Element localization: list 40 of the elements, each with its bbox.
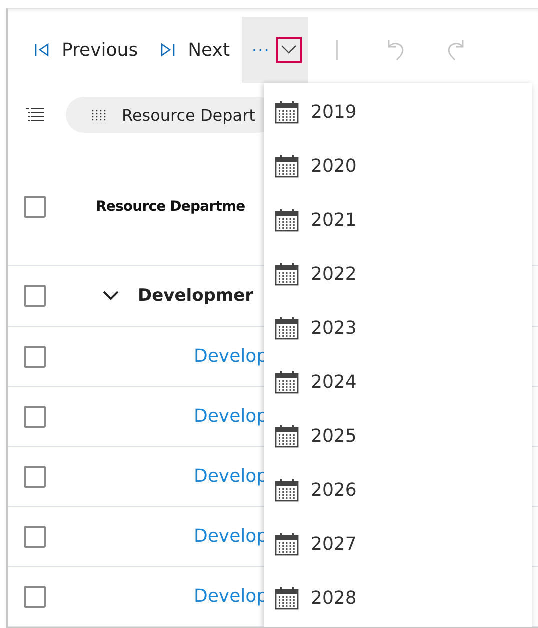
calendar-icon [275, 370, 299, 394]
checkbox[interactable] [24, 196, 46, 218]
calendar-icon [275, 316, 299, 340]
previous-button[interactable]: Previous [34, 40, 138, 60]
menu-item[interactable]: 2028 [264, 571, 532, 625]
next-button[interactable]: Next [160, 40, 230, 60]
menu-item[interactable]: 2025 [264, 409, 532, 463]
menu-item[interactable]: 2021 [264, 193, 532, 247]
calendar-icon [275, 478, 299, 502]
calendar-icon [275, 262, 299, 286]
checkbox[interactable] [24, 346, 46, 368]
menu-item[interactable]: 2024 [264, 355, 532, 409]
checkbox[interactable] [24, 285, 46, 307]
checkbox[interactable] [24, 466, 46, 488]
chip-label: Resource Depart [122, 106, 256, 124]
checkbox[interactable] [24, 586, 46, 608]
chevron-down-icon[interactable] [102, 291, 120, 301]
first-page-icon [34, 42, 50, 58]
calendar-icon [275, 154, 299, 178]
menu-item[interactable]: 2023 [264, 301, 532, 355]
toolbar-divider [336, 40, 338, 60]
grid-dots-icon [92, 110, 108, 120]
menu-item[interactable]: 2022 [264, 247, 532, 301]
calendar-icon [275, 208, 299, 232]
calendar-icon [275, 100, 299, 124]
menu-item[interactable]: 2026 [264, 463, 532, 517]
column-header[interactable]: Resource Departme [96, 199, 246, 215]
chevron-down-icon [281, 45, 298, 55]
checkbox[interactable] [24, 406, 46, 428]
menu-item[interactable]: 2020 [264, 139, 532, 193]
calendar-icon [275, 532, 299, 556]
list-icon [26, 108, 44, 122]
checkbox[interactable] [24, 526, 46, 548]
calendar-icon [275, 424, 299, 448]
more-button[interactable]: ··· [252, 40, 270, 60]
last-page-icon [160, 42, 176, 58]
dropdown-button[interactable] [276, 37, 302, 63]
group-label: Developmer [138, 286, 254, 306]
calendar-icon [275, 586, 299, 610]
menu-item[interactable]: 2027 [264, 517, 532, 571]
